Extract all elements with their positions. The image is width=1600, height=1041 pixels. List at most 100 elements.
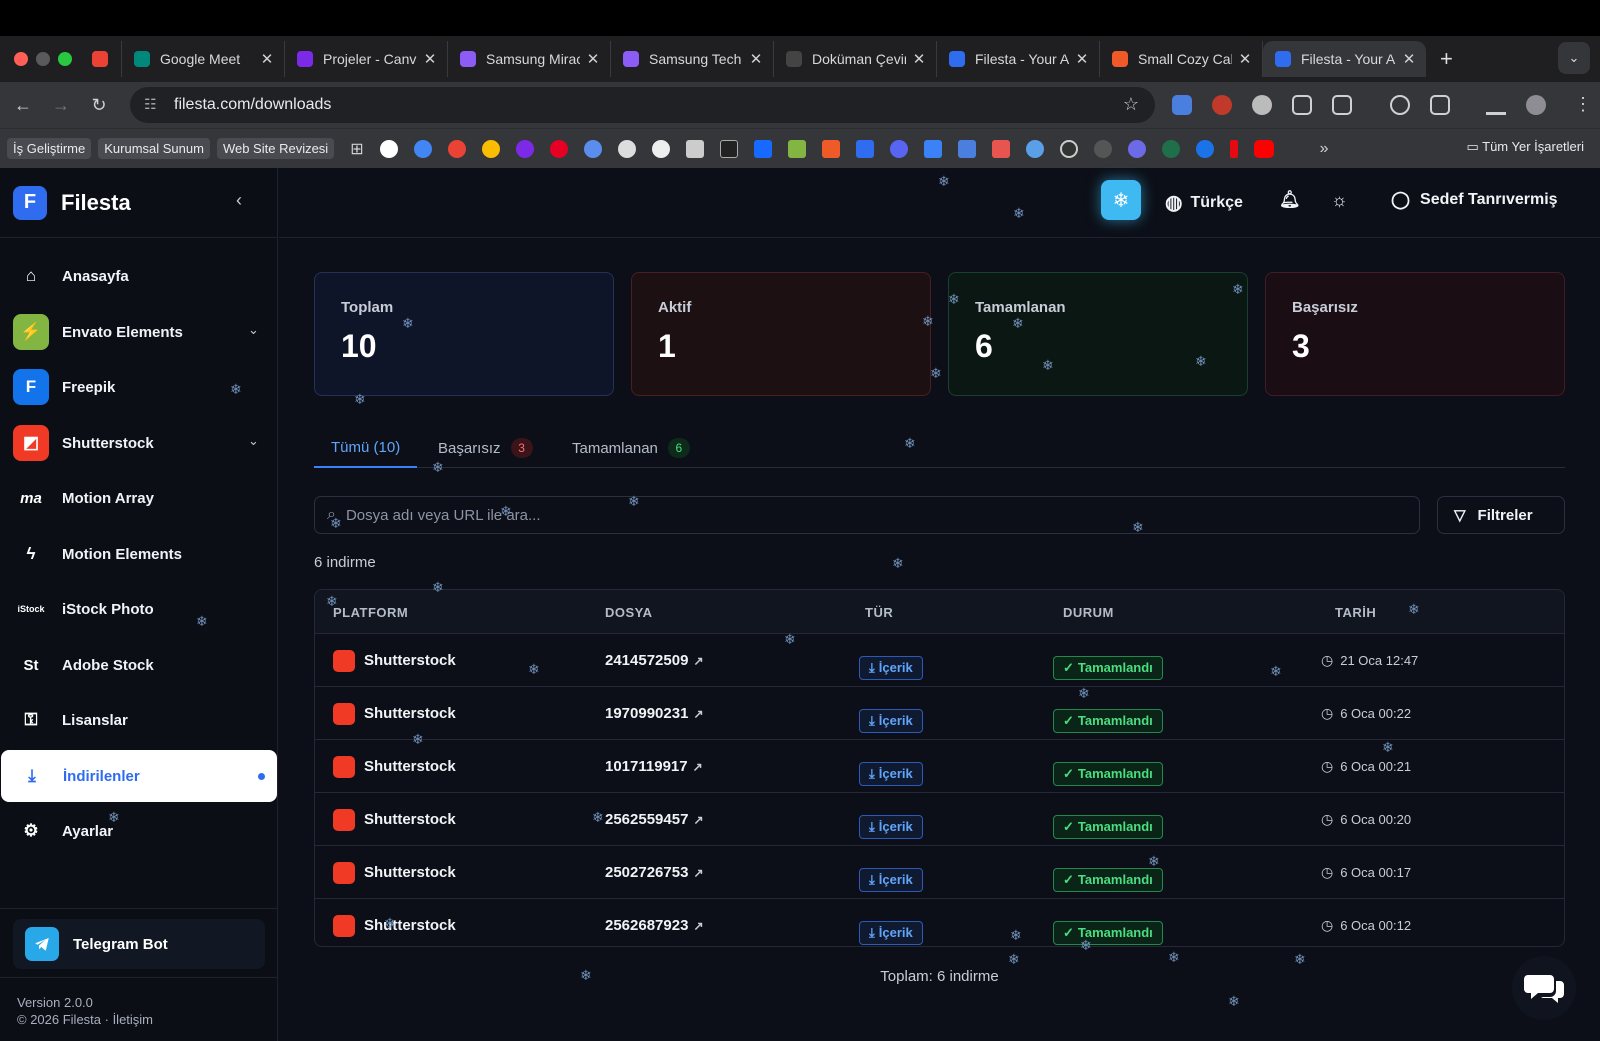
tab-search-button[interactable]: ⌄ <box>1558 42 1590 74</box>
pinterest-icon[interactable] <box>549 139 568 158</box>
sidebar-item[interactable]: ⌂ Anasayfa <box>0 250 278 302</box>
bookmark-item[interactable]: Web Site Revizesi <box>216 138 335 159</box>
file-id[interactable]: 1017119917 <box>605 758 688 775</box>
file-cell[interactable]: 2562687923 ↗ <box>605 899 704 946</box>
search-box[interactable]: ⌕ <box>314 496 1420 534</box>
bookmark-icon[interactable] <box>651 139 670 158</box>
sidebar-item[interactable]: ⚙ Ayarlar <box>0 805 278 857</box>
table-row[interactable]: Shutterstock 1017119917 ↗ ⤓ İçerik ✓ Tamamland… <box>315 740 1564 793</box>
theme-toggle-icon[interactable]: ☼ <box>1331 190 1348 211</box>
reload-icon[interactable]: ↻ <box>84 95 114 116</box>
play-icon[interactable] <box>1195 139 1214 158</box>
more-bookmarks-icon[interactable]: » <box>1320 140 1329 158</box>
sidebar-item[interactable]: ◩ Shutterstock ⌄ <box>0 417 278 469</box>
download-icon[interactable] <box>1486 95 1506 115</box>
bookmark-star-icon[interactable]: ☆ <box>1123 94 1139 115</box>
sidebar-item[interactable]: iStock iStock Photo <box>0 583 278 635</box>
external-link-icon[interactable]: ↗ <box>693 707 703 721</box>
close-tab-icon[interactable]: ✕ <box>586 50 600 68</box>
gmail-icon[interactable] <box>447 139 466 158</box>
canva-icon[interactable] <box>515 139 534 158</box>
all-bookmarks-folder[interactable]: ▭ Tüm Yer İşaretleri <box>1466 139 1584 155</box>
google-icon[interactable] <box>413 139 432 158</box>
profile-avatar[interactable] <box>1526 95 1546 115</box>
file-cell[interactable]: 2562559457 ↗ <box>605 793 704 846</box>
collapse-sidebar-icon[interactable]: ‹ <box>236 190 242 211</box>
browser-tab[interactable]: Filesta - Your All ✕ <box>937 41 1100 77</box>
sidebar-item[interactable]: ⚡ Envato Elements ⌄ <box>0 306 278 358</box>
close-tab-icon[interactable]: ✕ <box>749 50 763 68</box>
language-selector[interactable]: ◍ Türkçe <box>1165 190 1243 215</box>
close-window-button[interactable] <box>14 52 28 66</box>
close-tab-icon[interactable]: ✕ <box>1238 50 1252 68</box>
netflix-icon[interactable] <box>1229 139 1238 158</box>
filter-tab[interactable]: Tamamlanan 6 <box>572 428 690 468</box>
external-link-icon[interactable]: ↗ <box>693 919 703 933</box>
forward-icon[interactable]: → <box>46 95 76 116</box>
image-extension-icon[interactable] <box>1292 95 1312 115</box>
openai-icon[interactable] <box>617 139 636 158</box>
sidebar-item[interactable]: ⚿ Lisanslar <box>0 694 278 746</box>
external-link-icon[interactable]: ↗ <box>693 813 703 827</box>
filesta-icon[interactable] <box>855 139 874 158</box>
browser-tab[interactable]: Small Cozy Cabin ✕ <box>1100 41 1263 77</box>
table-row[interactable]: Shutterstock 2414572509 ↗ ⤓ İçerik ✓ Tamamland… <box>315 634 1564 687</box>
table-row[interactable]: Shutterstock 2502726753 ↗ ⤓ İçerik ✓ Tamamland… <box>315 846 1564 899</box>
close-tab-icon[interactable]: ✕ <box>912 50 926 68</box>
file-cell[interactable]: 2414572509 ↗ <box>605 634 704 687</box>
address-bar[interactable]: ☷ filesta.com/downloads ☆ <box>130 87 1155 123</box>
browser-tab[interactable]: Google Meet ✕ <box>122 41 285 77</box>
search-input[interactable] <box>345 506 1246 524</box>
puzzle-extensions-icon[interactable] <box>1332 95 1352 115</box>
filter-tab[interactable]: Başarısız 3 <box>438 428 533 468</box>
bookmark-icon[interactable] <box>1161 139 1180 158</box>
apps-grid-icon[interactable]: ⊞ <box>350 139 363 159</box>
external-link-icon[interactable]: ↗ <box>693 654 703 668</box>
external-link-icon[interactable]: ↗ <box>693 866 703 880</box>
chevron-down-icon[interactable]: ⌄ <box>248 433 259 449</box>
speed-icon[interactable] <box>1059 139 1078 158</box>
back-icon[interactable]: ← <box>8 95 38 116</box>
browser-tab[interactable]: Samsung Tech ✕ <box>611 41 774 77</box>
browser-tab[interactable]: Doküman Çeviri ✕ <box>774 41 937 77</box>
column-header-date[interactable]: TARİH <box>1335 605 1376 620</box>
maximize-window-button[interactable] <box>58 52 72 66</box>
cloud-icon[interactable] <box>1025 139 1044 158</box>
incognito-icon[interactable] <box>1430 95 1450 115</box>
file-cell[interactable]: 2502726753 ↗ <box>605 846 704 899</box>
at-icon[interactable] <box>1093 139 1112 158</box>
youtube-icon[interactable] <box>1253 139 1274 158</box>
chat-widget-button[interactable] <box>1512 956 1576 1020</box>
sidebar-item[interactable]: ⤓ İndirilenler <box>1 750 277 802</box>
file-id[interactable]: 1970990231 <box>605 705 688 722</box>
browser-tab[interactable]: Filesta - Your All ✕ <box>1263 41 1426 77</box>
chevron-down-icon[interactable]: ⌄ <box>248 322 259 338</box>
new-tab-button[interactable]: + <box>1440 46 1453 72</box>
bell-icon[interactable]: 🔔︎ <box>1279 190 1301 210</box>
discord-icon[interactable] <box>889 139 908 158</box>
gemini-icon[interactable] <box>583 139 602 158</box>
filter-tab[interactable]: Tümü (10) <box>314 428 418 468</box>
sidebar-item[interactable]: ϟ Motion Elements <box>0 528 278 580</box>
mail-icon[interactable] <box>923 139 942 158</box>
file-id[interactable]: 2502726753 <box>605 864 688 881</box>
snow-toggle-button[interactable]: ❄ <box>1101 180 1141 220</box>
shutterstock-icon[interactable] <box>821 139 840 158</box>
table-row[interactable]: Shutterstock 1970990231 ↗ ⤓ İçerik ✓ Tamamland… <box>315 687 1564 740</box>
tumblr-icon[interactable] <box>991 139 1010 158</box>
extension-icon[interactable] <box>1252 95 1272 115</box>
bookmark-icon[interactable] <box>1127 139 1146 158</box>
bookmark-icon[interactable] <box>685 139 704 158</box>
browser-tab[interactable]: Projeler - Canva ✕ <box>285 41 448 77</box>
close-tab-icon[interactable]: ✕ <box>1075 50 1089 68</box>
copyright-text[interactable]: © 2026 Filesta · İletişim <box>17 1011 153 1028</box>
column-header-platform[interactable]: PLATFORM <box>333 605 408 620</box>
bookmark-icon[interactable] <box>379 139 398 158</box>
behance-icon[interactable] <box>753 139 772 158</box>
table-row[interactable]: Shutterstock 2562559457 ↗ ⤓ İçerik ✓ Tamamland… <box>315 793 1564 846</box>
browser-tab[interactable]: Samsung Miracast ✕ <box>448 41 611 77</box>
site-info-icon[interactable]: ☷ <box>144 96 162 114</box>
file-cell[interactable]: 1017119917 ↗ <box>605 740 703 793</box>
close-tab-icon[interactable]: ✕ <box>423 50 437 68</box>
file-cell[interactable]: 1970990231 ↗ <box>605 687 704 740</box>
